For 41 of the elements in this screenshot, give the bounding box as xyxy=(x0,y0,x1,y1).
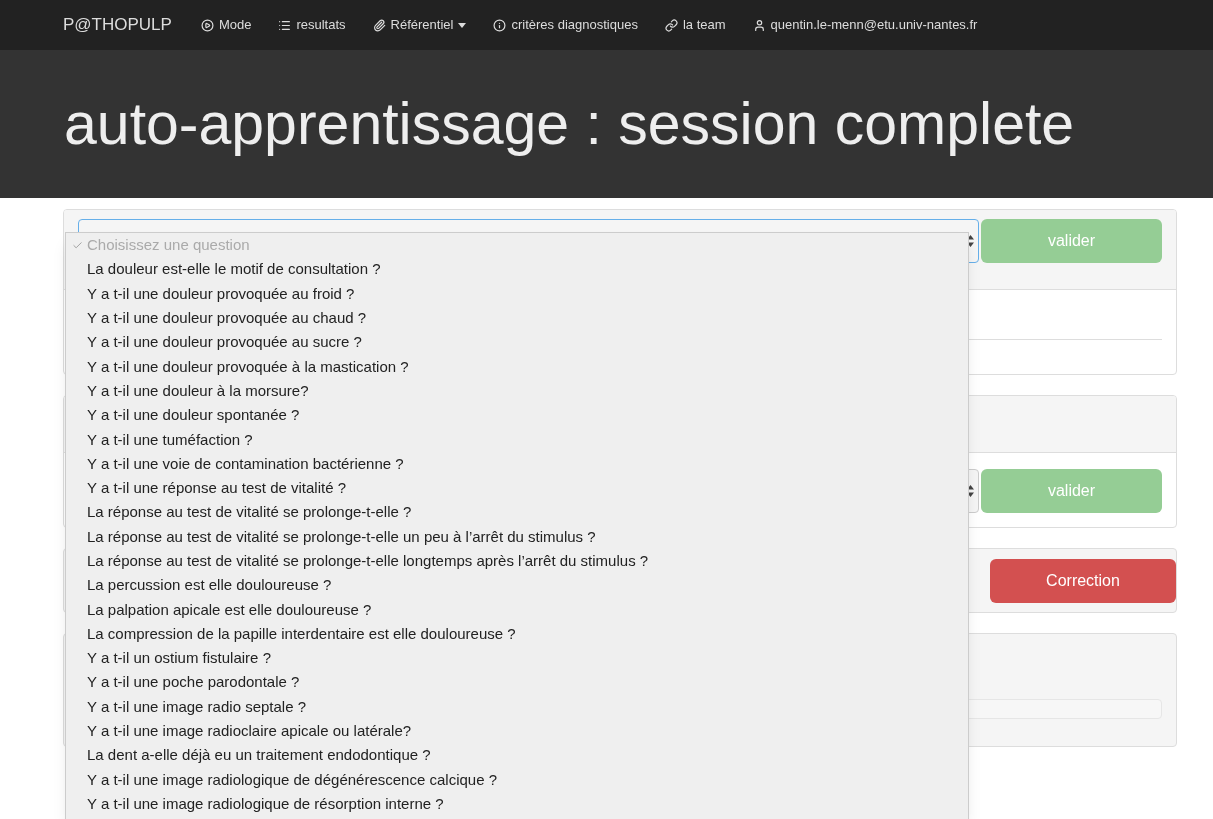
dropdown-option[interactable]: La douleur est-elle le motif de consultation ? xyxy=(66,257,968,282)
dropdown-option[interactable]: La palpation apicale est elle douloureuse ? xyxy=(66,597,968,622)
paperclip-icon xyxy=(372,18,386,32)
dropdown-option[interactable]: Y a t-il une tuméfaction ? xyxy=(66,427,968,452)
dropdown-option[interactable]: Y a t-il une douleur spontanée ? xyxy=(66,403,968,428)
brand-link[interactable]: P@THOPULP xyxy=(63,12,172,38)
dropdown-option[interactable]: Y a t-il une image radiologique de résorption interne ? xyxy=(66,791,968,817)
nav-link[interactable]: critères diagnostiques xyxy=(493,15,638,35)
dropdown-option[interactable]: Y a t-il une voie de contamination bactérienne ? xyxy=(66,451,968,476)
select-arrows-icon xyxy=(967,235,974,247)
correction-button[interactable]: Correction xyxy=(990,558,1176,603)
dropdown-option[interactable]: Y a t-il une image radiologique de dégénérescence calcique ? xyxy=(66,767,968,792)
dropdown-option[interactable]: La compression de la papille interdentaire est elle douloureuse ? xyxy=(66,621,968,647)
nav-link[interactable]: quentin.le-menn@etu.univ-nantes.fr xyxy=(752,15,978,35)
dropdown-option[interactable]: Y a t-il une image radioclaire apicale ou latérale? xyxy=(66,718,968,744)
dropdown-option[interactable]: Y a t-il une douleur provoquée au froid ? xyxy=(66,281,968,306)
dropdown-option[interactable]: La réponse au test de vitalité se prolonge-t-elle longtemps après l’arrêt du stimulus ? xyxy=(66,548,968,574)
play-circle-icon xyxy=(200,18,214,32)
select-arrows-icon xyxy=(967,485,974,497)
nav-link[interactable]: resultats xyxy=(278,15,346,35)
dropdown-option[interactable]: La dent a-elle déjà eu un traitement endodontique ? xyxy=(66,743,968,768)
dropdown-option[interactable]: Y a t-il une image radio septale ? xyxy=(66,694,968,719)
dropdown-option[interactable]: Y a t-il une douleur provoquée au sucre ? xyxy=(66,330,968,355)
nav-link[interactable]: la team xyxy=(664,15,726,35)
check-icon xyxy=(72,239,83,251)
dropdown-option[interactable]: La réponse au test de vitalité se prolonge-t-elle un peu à l’arrêt du stimulus ? xyxy=(66,524,968,549)
dropdown-option[interactable]: Y a t-il une douleur à la morsure? xyxy=(66,378,968,404)
user-icon xyxy=(752,18,766,32)
page-title: auto-apprentissage : session complete xyxy=(64,94,1075,154)
dropdown-option[interactable]: Y a t-il une douleur provoquée au chaud ? xyxy=(66,305,968,331)
dropdown-option[interactable]: Y a t-il une réponse au test de vitalité ? xyxy=(66,475,968,501)
dropdown-option[interactable]: La réponse au test de vitalité se prolonge-t-elle ? xyxy=(66,500,968,525)
info-icon xyxy=(493,18,507,32)
link-icon xyxy=(664,18,678,32)
nav-link[interactable]: Référentiel xyxy=(372,15,467,35)
dropdown-option[interactable]: Y a t-il un ostium fistulaire ? xyxy=(66,646,968,671)
list-icon xyxy=(278,18,292,32)
nav-link[interactable]: Mode xyxy=(200,15,252,35)
dropdown-option[interactable]: Y a t-il une poche parodontale ? xyxy=(66,670,968,695)
dropdown-option[interactable]: Y a t-il une douleur provoquée à la mastication ? xyxy=(66,354,968,379)
dropdown-option[interactable]: La percussion est elle douloureuse ? xyxy=(66,573,968,598)
